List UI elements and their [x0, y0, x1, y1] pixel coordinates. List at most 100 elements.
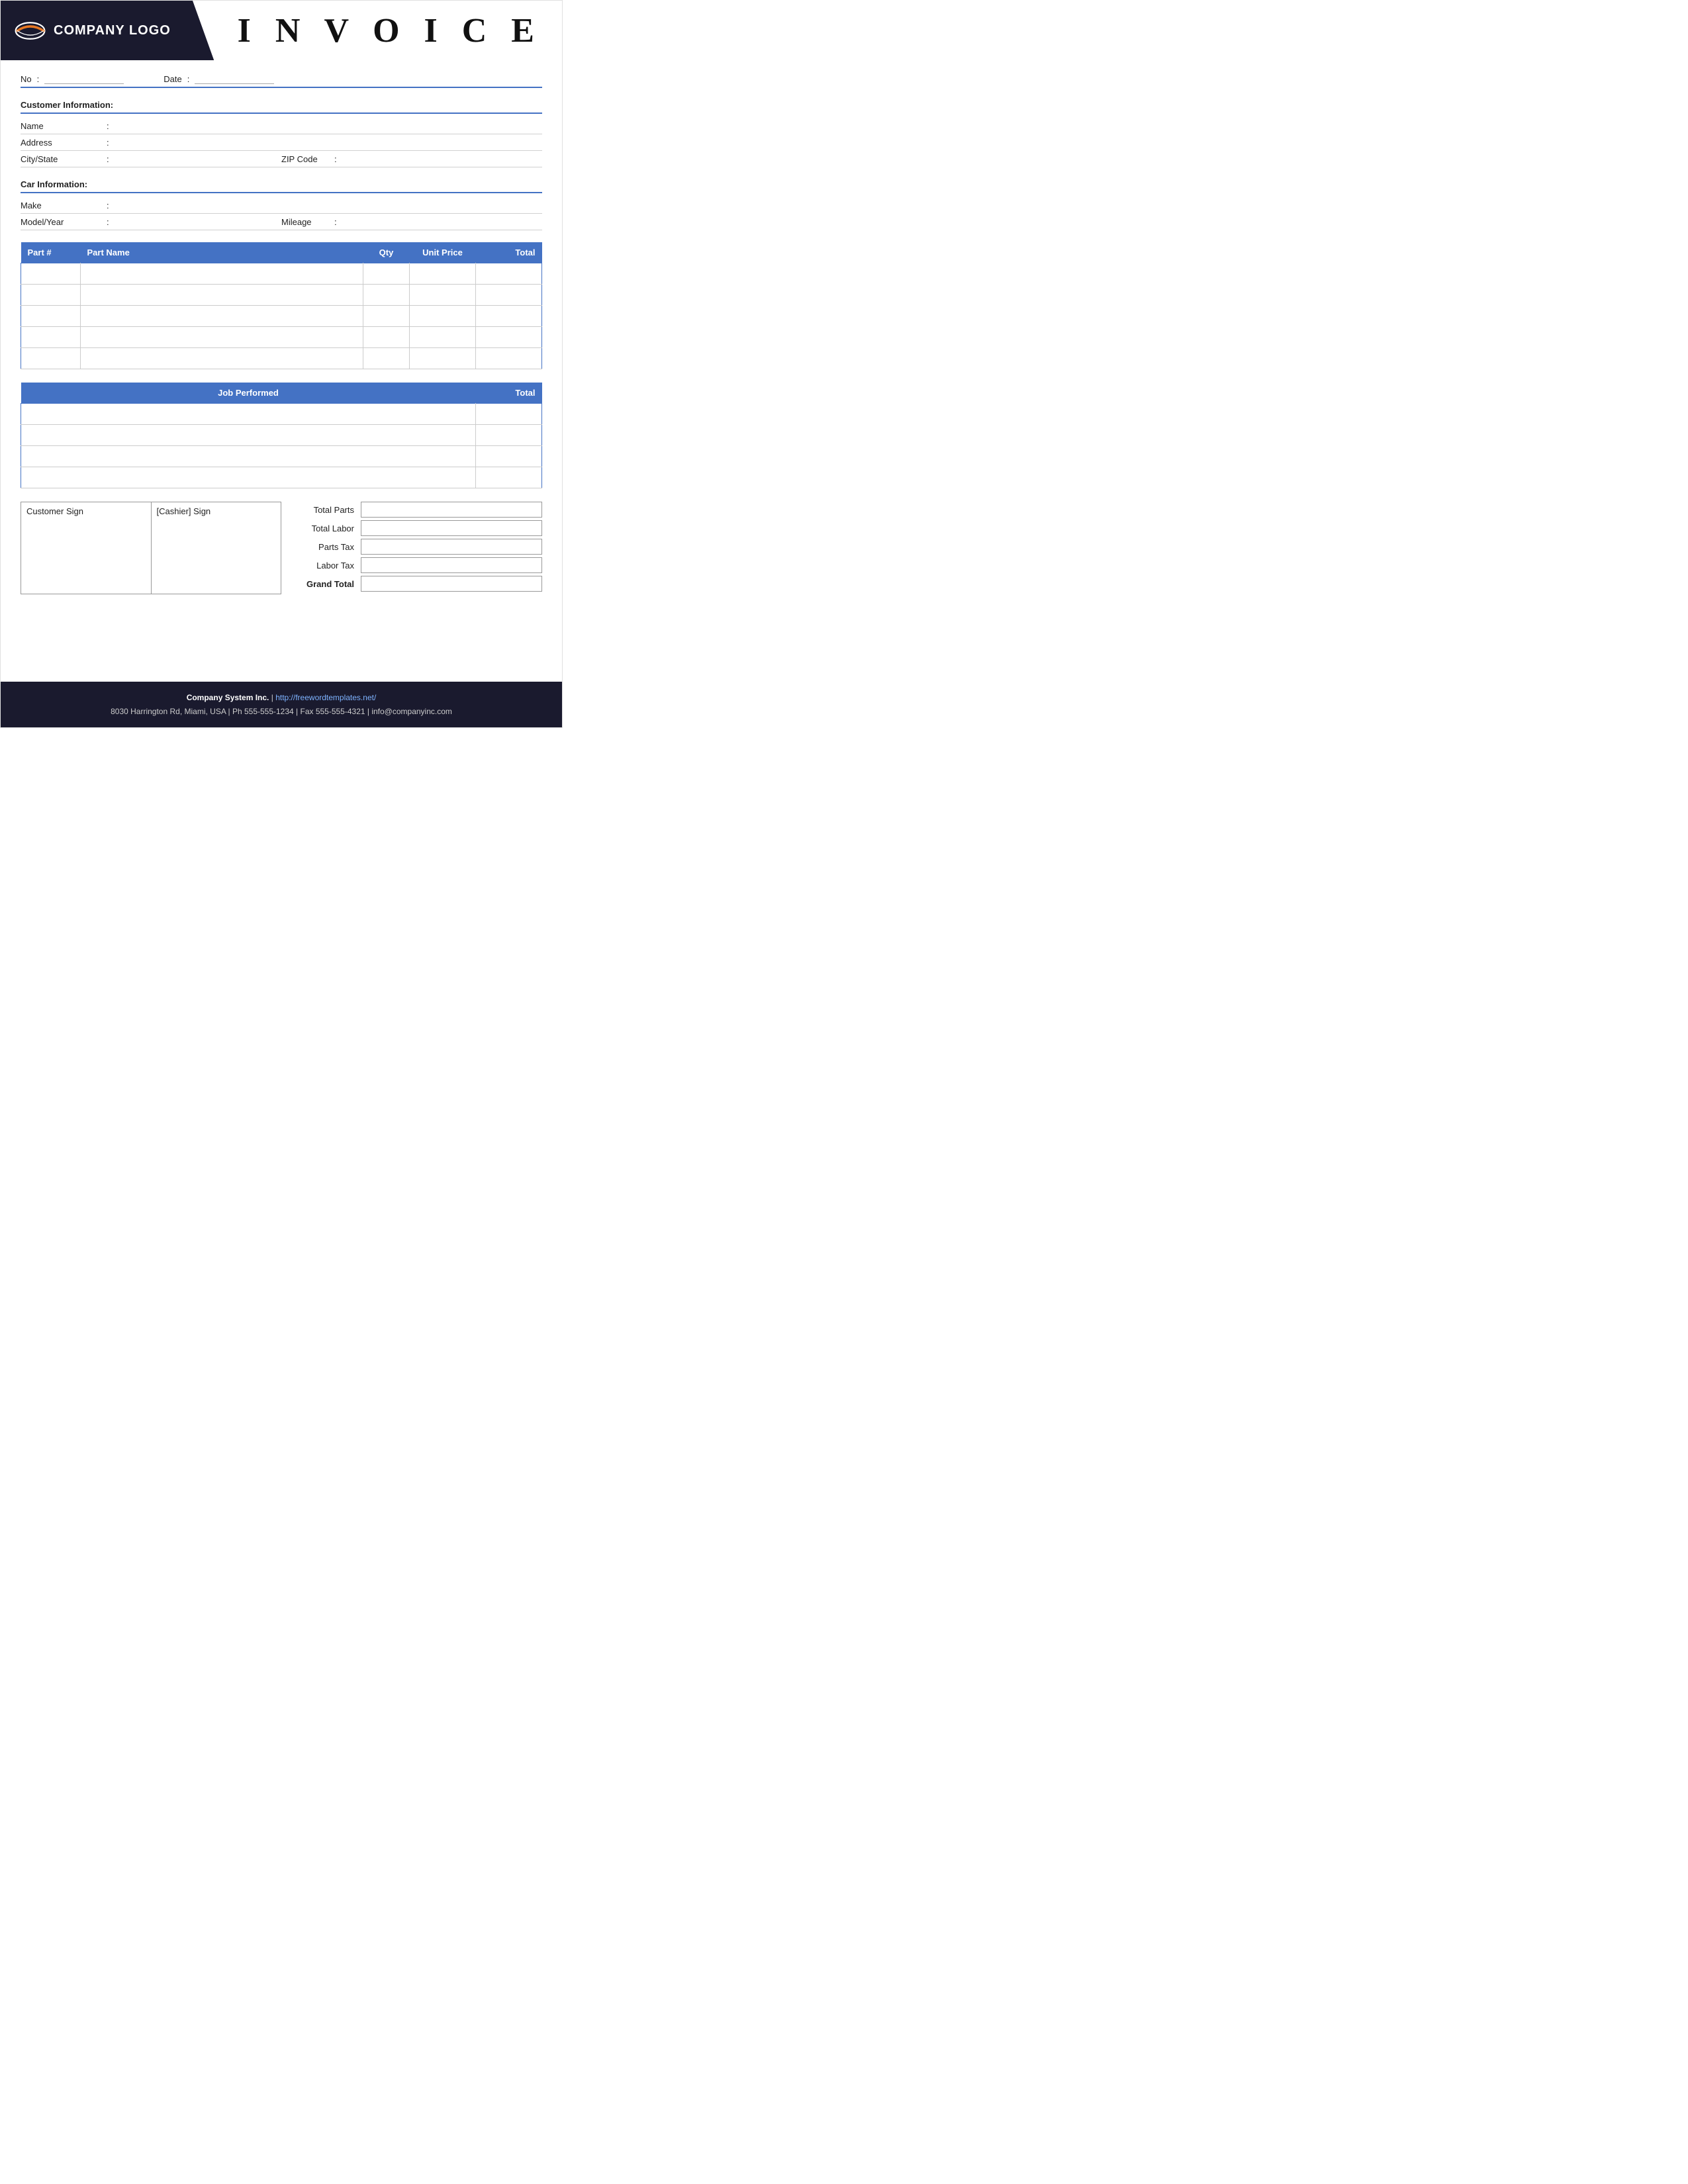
customer-city-zip-row: City/State : ZIP Code :: [21, 151, 542, 167]
logo-area: COMPANY LOGO: [1, 1, 214, 60]
customer-city-value[interactable]: [116, 154, 281, 164]
job-row-2: [21, 425, 542, 446]
footer-line-1: Company System Inc. | http://freewordtem…: [14, 691, 549, 704]
job-row-1: [21, 404, 542, 425]
total-labor-value[interactable]: [361, 520, 542, 536]
part-name-4[interactable]: [81, 327, 363, 348]
no-value[interactable]: [44, 73, 124, 84]
job-total-1[interactable]: [476, 404, 542, 425]
part-unit-price-2[interactable]: [410, 285, 476, 306]
car-mileage-value[interactable]: [344, 216, 542, 227]
car-model-mileage-row: Model/Year : Mileage :: [21, 214, 542, 230]
part-total-1[interactable]: [476, 263, 542, 285]
part-qty-3[interactable]: [363, 306, 410, 327]
job-row-4: [21, 467, 542, 488]
part-num-1[interactable]: [21, 263, 81, 285]
col-unit-price: Unit Price: [410, 242, 476, 263]
job-desc-4[interactable]: [21, 467, 476, 488]
part-unit-price-1[interactable]: [410, 263, 476, 285]
total-labor-label: Total Labor: [295, 523, 361, 533]
customer-sign-box[interactable]: Customer Sign: [21, 502, 151, 594]
part-total-5[interactable]: [476, 348, 542, 369]
customer-address-row: Address :: [21, 134, 542, 151]
part-total-4[interactable]: [476, 327, 542, 348]
car-make-value[interactable]: [116, 200, 542, 210]
labor-tax-value[interactable]: [361, 557, 542, 573]
parts-tax-label: Parts Tax: [295, 542, 361, 552]
customer-zip-label: ZIP Code: [281, 154, 334, 164]
part-num-3[interactable]: [21, 306, 81, 327]
part-name-1[interactable]: [81, 263, 363, 285]
signature-boxes: Customer Sign [Cashier] Sign: [21, 502, 281, 594]
grand-total-row: Grand Total: [295, 576, 542, 592]
customer-name-colon: :: [107, 121, 109, 131]
parts-row-2: [21, 285, 542, 306]
total-labor-row: Total Labor: [295, 520, 542, 536]
part-qty-2[interactable]: [363, 285, 410, 306]
total-parts-label: Total Parts: [295, 505, 361, 515]
part-total-3[interactable]: [476, 306, 542, 327]
part-qty-5[interactable]: [363, 348, 410, 369]
job-desc-2[interactable]: [21, 425, 476, 446]
part-name-3[interactable]: [81, 306, 363, 327]
customer-info-title: Customer Information:: [21, 100, 542, 114]
grand-total-label: Grand Total: [295, 579, 361, 589]
job-desc-1[interactable]: [21, 404, 476, 425]
part-qty-4[interactable]: [363, 327, 410, 348]
parts-table: Part # Part Name Qty Unit Price Total: [21, 242, 542, 369]
customer-zip-value[interactable]: [344, 154, 542, 164]
footer-website[interactable]: http://freewordtemplates.net/: [275, 693, 376, 702]
part-total-2[interactable]: [476, 285, 542, 306]
car-make-colon: :: [107, 201, 109, 210]
no-colon: :: [37, 74, 40, 84]
customer-city-colon: :: [107, 154, 109, 164]
footer-line-2: 8030 Harrington Rd, Miami, USA | Ph 555-…: [14, 705, 549, 718]
part-name-5[interactable]: [81, 348, 363, 369]
car-model-value[interactable]: [116, 216, 281, 227]
total-parts-value[interactable]: [361, 502, 542, 518]
footer-company-name: Company System Inc.: [187, 693, 269, 702]
customer-address-label: Address: [21, 138, 107, 148]
car-info-title: Car Information:: [21, 179, 542, 193]
date-colon: :: [187, 74, 190, 84]
col-qty: Qty: [363, 242, 410, 263]
car-model-group: Model/Year :: [21, 216, 281, 227]
customer-address-value[interactable]: [116, 137, 542, 148]
col-job-performed: Job Performed: [21, 383, 476, 404]
customer-name-value[interactable]: [116, 120, 542, 131]
grand-total-value[interactable]: [361, 576, 542, 592]
part-unit-price-5[interactable]: [410, 348, 476, 369]
cashier-sign-box[interactable]: [Cashier] Sign: [151, 502, 282, 594]
customer-name-row: Name :: [21, 118, 542, 134]
part-num-4[interactable]: [21, 327, 81, 348]
no-date-row: No : Date :: [21, 73, 542, 88]
car-model-colon: :: [107, 217, 109, 227]
customer-info-section: Customer Information: Name : Address : C…: [21, 100, 542, 167]
job-table: Job Performed Total: [21, 383, 542, 488]
col-part-num: Part #: [21, 242, 81, 263]
car-mileage-group: Mileage :: [281, 216, 542, 227]
job-desc-3[interactable]: [21, 446, 476, 467]
customer-city-group: City/State :: [21, 154, 281, 164]
job-total-4[interactable]: [476, 467, 542, 488]
invoice-title-area: I N V O I C E: [214, 1, 562, 60]
bottom-section: Customer Sign [Cashier] Sign Total Parts…: [21, 502, 542, 594]
job-total-2[interactable]: [476, 425, 542, 446]
job-total-3[interactable]: [476, 446, 542, 467]
part-qty-1[interactable]: [363, 263, 410, 285]
part-unit-price-3[interactable]: [410, 306, 476, 327]
totals-box: Total Parts Total Labor Parts Tax Labor …: [295, 502, 542, 594]
customer-name-label: Name: [21, 121, 107, 131]
part-num-2[interactable]: [21, 285, 81, 306]
page-footer: Company System Inc. | http://freewordtem…: [1, 682, 562, 727]
parts-tax-row: Parts Tax: [295, 539, 542, 555]
total-parts-row: Total Parts: [295, 502, 542, 518]
date-value[interactable]: [195, 73, 274, 84]
part-name-2[interactable]: [81, 285, 363, 306]
parts-tax-value[interactable]: [361, 539, 542, 555]
part-unit-price-4[interactable]: [410, 327, 476, 348]
no-label: No: [21, 74, 32, 84]
parts-row-3: [21, 306, 542, 327]
part-num-5[interactable]: [21, 348, 81, 369]
date-label: Date: [164, 74, 181, 84]
